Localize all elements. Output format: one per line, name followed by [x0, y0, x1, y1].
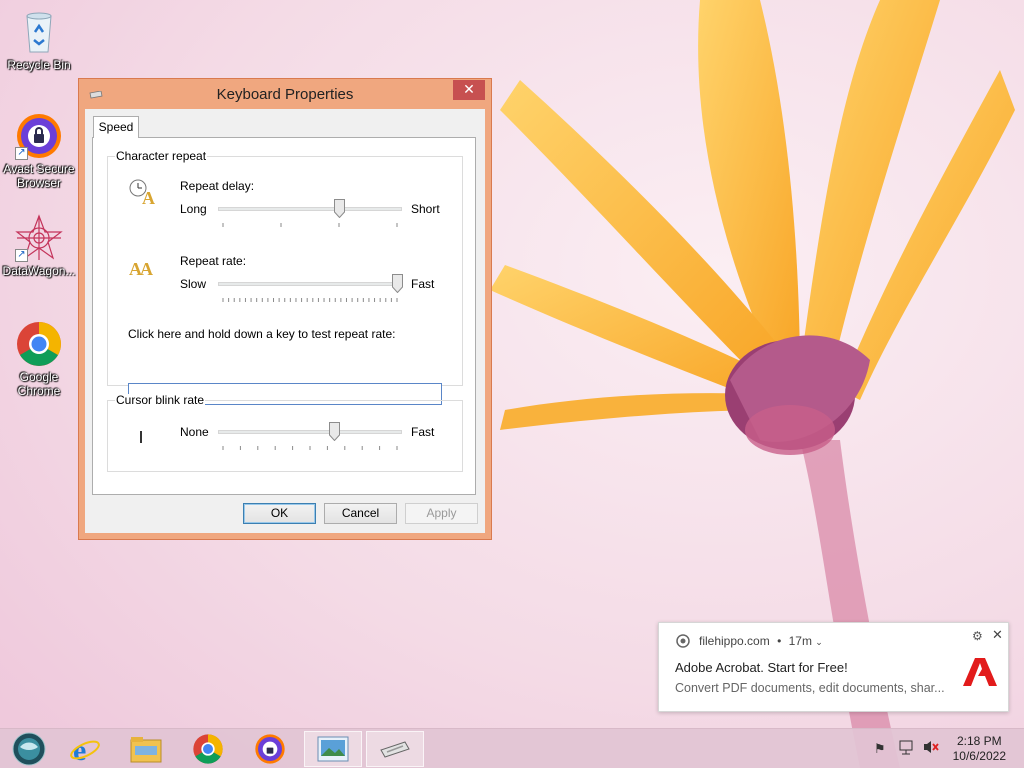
- slider-track[interactable]: [218, 282, 402, 286]
- desktop-icon-google-chrome[interactable]: Google Chrome: [1, 320, 77, 398]
- notification-toast[interactable]: filehippo.com • 17m ⌄ ⚙ ✕ Adobe Acrobat.…: [658, 622, 1009, 712]
- desktop-icon-avast-secure-browser[interactable]: ↗ Avast Secure Browser: [1, 112, 77, 190]
- tab-speed[interactable]: Speed: [93, 116, 139, 138]
- test-repeat-label: Click here and hold down a key to test r…: [128, 327, 396, 341]
- notification-time: 17m: [788, 634, 812, 648]
- taskbar-photos[interactable]: [304, 731, 362, 767]
- repeat-rate-icon: A A: [128, 255, 160, 282]
- dialog-client-area: Speed Character repeat A Repeat delay: L…: [85, 109, 485, 533]
- network-icon[interactable]: [898, 739, 914, 758]
- chrome-icon: [193, 734, 223, 764]
- repeat-rate-min-label: Slow: [180, 277, 207, 291]
- svg-text:A: A: [142, 188, 155, 207]
- taskbar-keyboard-properties[interactable]: [366, 731, 424, 767]
- desktop-icon-datawagon[interactable]: ↗ DataWagon...: [1, 214, 77, 278]
- slider-track[interactable]: [218, 207, 402, 211]
- slider-thumb[interactable]: [391, 274, 403, 293]
- picture-icon: [317, 736, 349, 762]
- start-orb-icon: [12, 732, 46, 766]
- apply-button[interactable]: Apply: [405, 503, 478, 524]
- slider-thumb[interactable]: [334, 199, 346, 218]
- desktop-icon-label: DataWagon...: [2, 264, 76, 278]
- desktop-icon-label: Google Chrome: [17, 370, 61, 398]
- repeat-delay-min-label: Long: [180, 202, 207, 216]
- avast-browser-icon: ↗: [15, 112, 63, 160]
- slider-ticks: [222, 298, 398, 302]
- notification-source: filehippo.com: [699, 634, 770, 648]
- svg-text:A: A: [140, 259, 153, 279]
- cursor-blink-group: Cursor blink rate None Fast: [107, 394, 463, 472]
- repeat-rate-max-label: Fast: [411, 277, 435, 291]
- clock-time: 2:18 PM: [956, 734, 1002, 748]
- repeat-delay-slider[interactable]: [218, 199, 402, 231]
- speed-tab-panel: Character repeat A Repeat delay: Long Sh…: [92, 137, 476, 495]
- taskbar-avast-browser[interactable]: [241, 731, 299, 767]
- action-center-flag-icon[interactable]: ⚑: [874, 741, 886, 757]
- close-button[interactable]: ✕: [453, 80, 485, 100]
- notification-body: Convert PDF documents, edit documents, s…: [675, 681, 945, 695]
- cancel-button[interactable]: Cancel: [324, 503, 397, 524]
- ok-button[interactable]: OK: [243, 503, 316, 524]
- volume-muted-icon[interactable]: [922, 739, 940, 758]
- dialog-title-bar[interactable]: Keyboard Properties ✕: [79, 79, 491, 109]
- separator-dot: •: [777, 634, 782, 648]
- group-title: Cursor blink rate: [115, 393, 206, 407]
- repeat-rate-label: Repeat rate:: [180, 254, 247, 268]
- character-repeat-group: Character repeat A Repeat delay: Long Sh…: [107, 150, 463, 405]
- taskbar-google-chrome[interactable]: [179, 731, 237, 767]
- slider-thumb[interactable]: [328, 422, 340, 441]
- chrome-small-icon: [676, 634, 690, 651]
- avast-browser-icon: [255, 734, 285, 764]
- chevron-down-icon[interactable]: ⌄: [815, 637, 823, 647]
- cursor-blink-max-label: Fast: [411, 425, 435, 439]
- start-button[interactable]: [0, 731, 58, 767]
- taskbar: e ⚑ 2:18 PM 10/6/2022: [0, 728, 1024, 768]
- system-clock[interactable]: 2:18 PM 10/6/2022: [953, 734, 1006, 764]
- desktop-icon-label: Recycle Bin: [7, 58, 71, 72]
- clock-date: 10/6/2022: [952, 749, 1006, 763]
- shortcut-arrow-icon: ↗: [15, 249, 28, 262]
- gear-icon[interactable]: ⚙: [972, 629, 983, 643]
- slider-ticks: [222, 223, 398, 227]
- datawagon-icon: ↗: [15, 214, 63, 262]
- repeat-delay-icon: A: [128, 177, 160, 210]
- cursor-blink-preview: [140, 431, 142, 443]
- desktop-icon-label: Avast Secure Browser: [3, 162, 75, 190]
- taskbar-file-explorer[interactable]: [117, 731, 175, 767]
- group-title: Character repeat: [115, 149, 208, 163]
- slider-ticks: [222, 446, 398, 450]
- internet-explorer-icon: e: [70, 734, 100, 765]
- cursor-blink-min-label: None: [180, 425, 209, 439]
- dialog-title: Keyboard Properties: [216, 86, 354, 103]
- cursor-blink-slider[interactable]: [218, 422, 402, 454]
- shortcut-arrow-icon: ↗: [15, 147, 28, 160]
- keyboard-properties-dialog: Keyboard Properties ✕ Speed Character re…: [78, 78, 492, 540]
- repeat-delay-max-label: Short: [411, 202, 440, 216]
- notification-header: filehippo.com • 17m ⌄: [699, 634, 823, 648]
- keyboard-icon: [380, 741, 410, 758]
- chrome-icon: [15, 320, 63, 368]
- slider-track[interactable]: [218, 430, 402, 434]
- notification-title: Adobe Acrobat. Start for Free!: [675, 660, 848, 675]
- repeat-delay-label: Repeat delay:: [180, 179, 255, 193]
- adobe-acrobat-icon: [962, 656, 998, 691]
- folder-icon: [130, 737, 162, 763]
- desktop-icon-recycle-bin[interactable]: Recycle Bin: [1, 8, 77, 72]
- repeat-rate-slider[interactable]: [218, 274, 403, 306]
- taskbar-internet-explorer[interactable]: e: [56, 731, 114, 767]
- close-icon[interactable]: ✕: [992, 627, 1003, 643]
- recycle-bin-icon: [15, 8, 63, 56]
